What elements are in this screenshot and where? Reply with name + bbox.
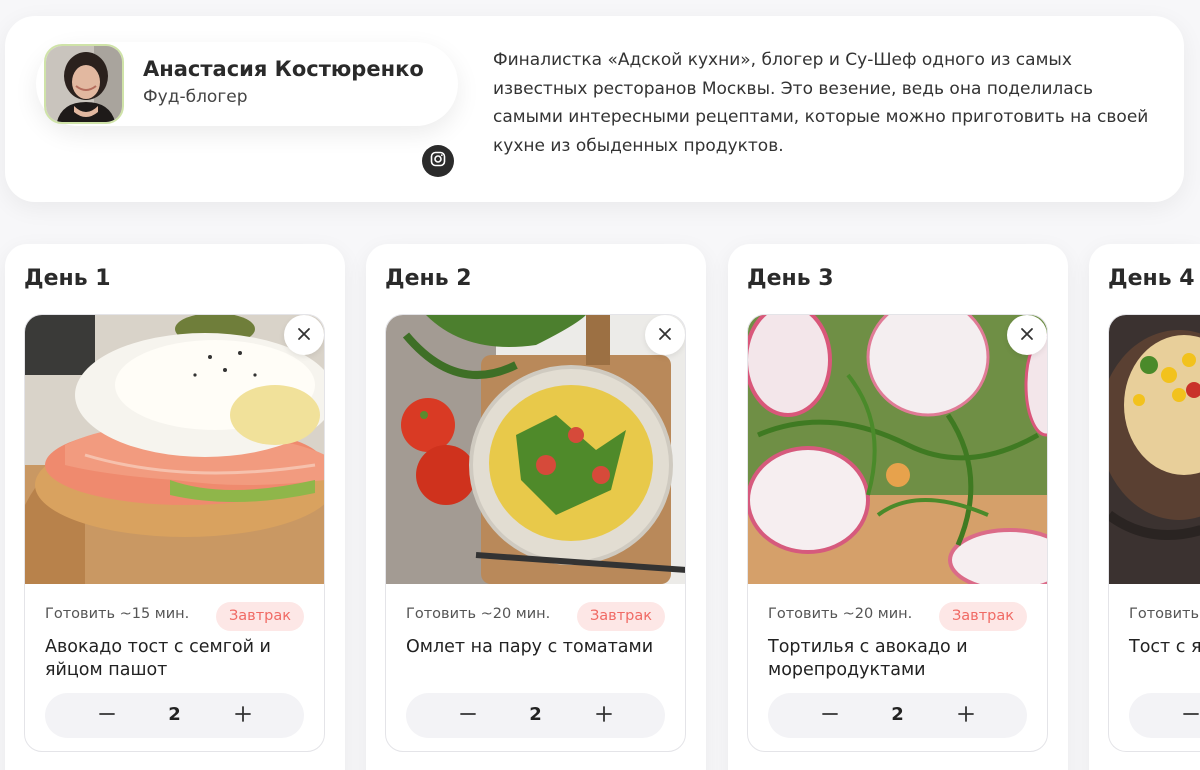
increase-portions-button[interactable] <box>950 700 981 731</box>
recipe-card[interactable]: Готовить Тост с я <box>1108 314 1200 752</box>
day-title: День 3 <box>747 266 834 291</box>
close-icon <box>658 327 672 344</box>
author-bio: Финалистка «Адской кухни», блогер и Су-Ш… <box>493 50 1149 156</box>
cook-time: Готовить ~15 мин. <box>45 606 190 622</box>
remove-recipe-button[interactable] <box>284 315 324 355</box>
instagram-icon <box>430 151 446 171</box>
remove-recipe-button[interactable] <box>645 315 685 355</box>
author-panel: Анастасия Костюренко Фуд-блогер Финалист… <box>5 16 1184 202</box>
recipe-title[interactable]: Тортилья с авокадо и морепродуктами <box>768 636 1033 682</box>
day-title: День 4 <box>1108 266 1195 291</box>
decrease-portions-button[interactable] <box>1175 700 1200 731</box>
increase-portions-button[interactable] <box>227 700 258 731</box>
portion-stepper <box>1129 693 1200 738</box>
remove-recipe-button[interactable] <box>1007 315 1047 355</box>
day-title: День 2 <box>385 266 472 291</box>
instagram-button[interactable] <box>422 145 454 177</box>
avatar <box>44 44 124 124</box>
cook-time: Готовить ~20 мин. <box>406 606 551 622</box>
portion-stepper: 2 <box>45 693 304 738</box>
recipe-card[interactable]: Готовить ~15 мин. Завтрак Авокадо тост с… <box>24 314 325 752</box>
plus-icon <box>234 705 252 726</box>
day-card-3: День 3 Готовить ~20 мин. Завтрак Тортиль… <box>728 244 1068 770</box>
recipe-card[interactable]: Готовить ~20 мин. Завтрак Омлет на пару … <box>385 314 686 752</box>
portion-count: 2 <box>529 704 542 725</box>
recipe-card[interactable]: Готовить ~20 мин. Завтрак Тортилья с аво… <box>747 314 1048 752</box>
portion-count: 2 <box>168 704 181 725</box>
close-icon <box>297 327 311 344</box>
recipe-photo <box>386 315 685 584</box>
minus-icon <box>1182 705 1200 726</box>
meal-badge: Завтрак <box>576 602 665 631</box>
portion-count: 2 <box>891 704 904 725</box>
meal-badge: Завтрак <box>215 602 304 631</box>
recipe-photo <box>1109 315 1200 584</box>
author-name: Анастасия Костюренко <box>143 57 424 81</box>
recipe-photo <box>25 315 324 584</box>
plus-icon <box>595 705 613 726</box>
plus-icon <box>957 705 975 726</box>
day-card-4: День 4 Готовить Тост с я <box>1089 244 1200 770</box>
day-card-1: День 1 Готовить ~15 мин. Завтрак Авокадо… <box>5 244 345 770</box>
recipe-title[interactable]: Тост с я <box>1129 636 1200 659</box>
cook-time: Готовить ~20 мин. <box>768 606 913 622</box>
day-title: День 1 <box>24 266 111 291</box>
portion-stepper: 2 <box>406 693 665 738</box>
recipe-photo <box>748 315 1047 584</box>
meal-badge: Завтрак <box>938 602 1027 631</box>
close-icon <box>1020 327 1034 344</box>
author-chip[interactable]: Анастасия Костюренко Фуд-блогер <box>36 42 458 126</box>
increase-portions-button[interactable] <box>588 700 619 731</box>
portion-stepper: 2 <box>768 693 1027 738</box>
author-role: Фуд-блогер <box>143 87 248 107</box>
recipe-title[interactable]: Омлет на пару с томатами <box>406 636 671 659</box>
recipe-title[interactable]: Авокадо тост с семгой и яйцом пашот <box>45 636 310 682</box>
day-card-2: День 2 Готовить ~20 мин. Завтрак Омлет н… <box>366 244 706 770</box>
cook-time: Готовить <box>1129 606 1199 622</box>
